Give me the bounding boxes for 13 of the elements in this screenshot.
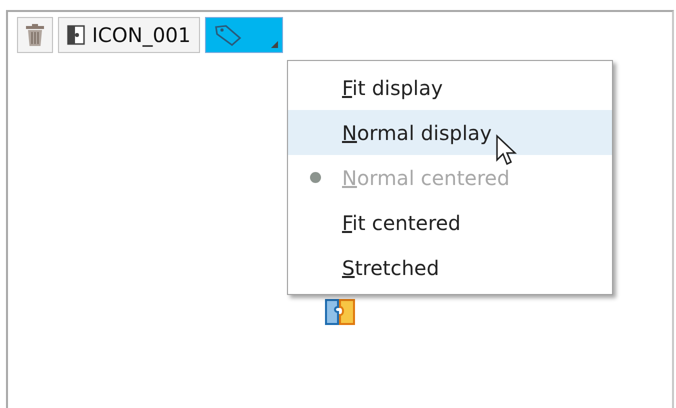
icon-name-button[interactable]: ICON_001 [58, 17, 200, 53]
puzzle-icon [324, 298, 356, 326]
delete-button[interactable] [17, 17, 53, 53]
mouse-cursor-icon [495, 134, 519, 168]
trash-icon [24, 23, 46, 47]
tag-icon [214, 24, 244, 46]
menu-item[interactable]: Fit display [288, 65, 612, 110]
menu-item[interactable]: Fit centered [288, 200, 612, 245]
menu-item[interactable]: Stretched [288, 245, 612, 290]
dropdown-corner-icon [270, 41, 278, 48]
door-icon [67, 25, 85, 45]
tag-dropdown-button[interactable] [204, 17, 283, 53]
menu-item[interactable]: Normal display [288, 110, 612, 155]
